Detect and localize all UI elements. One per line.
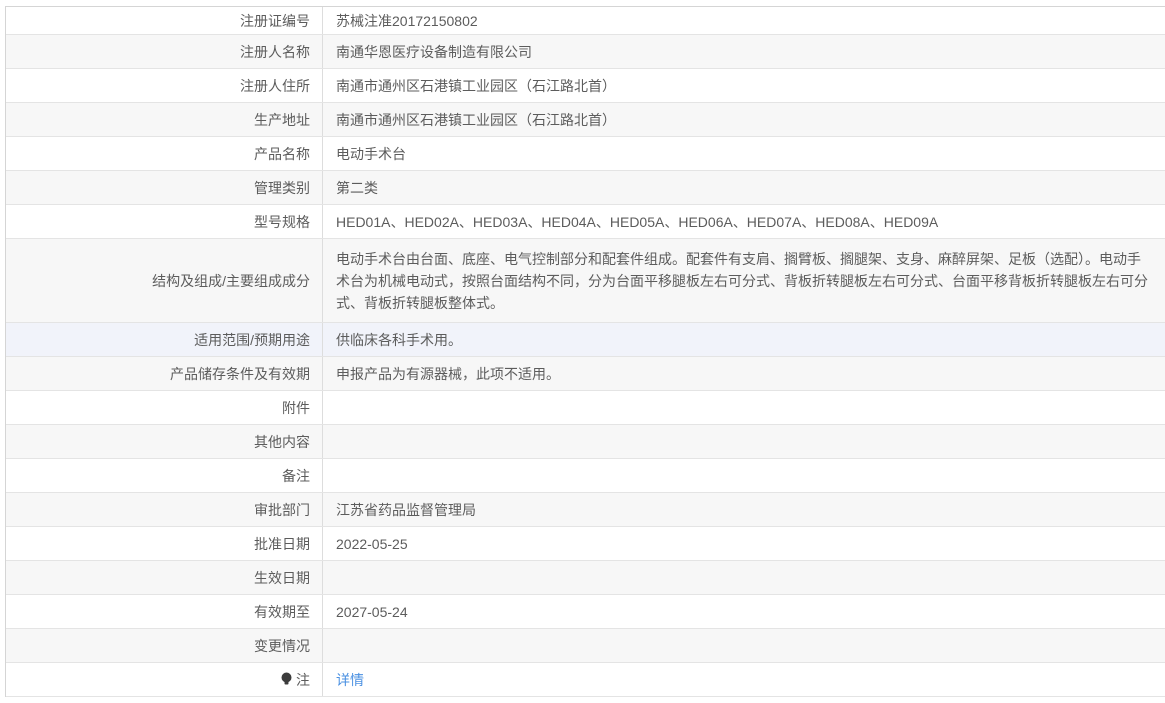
- row-label: 注册人名称: [6, 35, 323, 68]
- row-value: 供临床各科手术用。: [336, 331, 462, 348]
- row-value: 电动手术台: [336, 145, 406, 162]
- row-value: 电动手术台由台面、底座、电气控制部分和配套件组成。配套件有支肩、搁臂板、搁腿架、…: [336, 250, 1148, 311]
- table-row: 其他内容: [6, 425, 1165, 459]
- row-label: 批准日期: [6, 527, 323, 560]
- table-row-note: 注 详情: [6, 663, 1165, 697]
- table-row: 有效期至 2027-05-24: [6, 595, 1165, 629]
- row-label: 注: [6, 663, 323, 696]
- table-row: 审批部门 江苏省药品监督管理局: [6, 493, 1165, 527]
- table-row: 产品名称 电动手术台: [6, 137, 1165, 171]
- table-row: 生效日期: [6, 561, 1165, 595]
- row-value: [323, 629, 1165, 662]
- table-row: 管理类别 第二类: [6, 171, 1165, 205]
- row-label: 附件: [6, 391, 323, 424]
- row-label: 备注: [6, 459, 323, 492]
- row-value: [323, 459, 1165, 492]
- note-label-text: 注: [296, 671, 310, 688]
- table-row: 注册证编号 苏械注准20172150802: [6, 7, 1165, 35]
- row-label: 审批部门: [6, 493, 323, 526]
- row-label: 结构及组成/主要组成成分: [6, 239, 323, 322]
- row-value: 苏械注准20172150802: [336, 12, 478, 29]
- table-row: 生产地址 南通市通州区石港镇工业园区（石江路北首）: [6, 103, 1165, 137]
- table-row: 型号规格 HED01A、HED02A、HED03A、HED04A、HED05A、…: [6, 205, 1165, 239]
- table-row: 备注: [6, 459, 1165, 493]
- row-value: HED01A、HED02A、HED03A、HED04A、HED05A、HED06…: [336, 213, 939, 230]
- row-value: 2027-05-24: [336, 603, 408, 620]
- row-value: 南通市通州区石港镇工业园区（石江路北首）: [336, 111, 616, 128]
- row-label: 注册人住所: [6, 69, 323, 102]
- row-value: 南通市通州区石港镇工业园区（石江路北首）: [336, 77, 616, 94]
- row-label: 变更情况: [6, 629, 323, 662]
- row-label: 注册证编号: [6, 7, 323, 34]
- row-label: 适用范围/预期用途: [6, 323, 323, 356]
- row-label: 有效期至: [6, 595, 323, 628]
- table-row: 结构及组成/主要组成成分 电动手术台由台面、底座、电气控制部分和配套件组成。配套…: [6, 239, 1165, 323]
- table-row: 注册人住所 南通市通州区石港镇工业园区（石江路北首）: [6, 69, 1165, 103]
- table-row: 变更情况: [6, 629, 1165, 663]
- lightbulb-icon: [281, 672, 292, 685]
- row-value: 第二类: [336, 179, 378, 196]
- registration-detail-table: 注册证编号 苏械注准20172150802 注册人名称 南通华恩医疗设备制造有限…: [5, 6, 1165, 697]
- table-row: 附件: [6, 391, 1165, 425]
- table-row: 产品储存条件及有效期 申报产品为有源器械，此项不适用。: [6, 357, 1165, 391]
- row-value: [323, 561, 1165, 594]
- table-row-hovered: 适用范围/预期用途 供临床各科手术用。: [6, 323, 1165, 357]
- table-row: 批准日期 2022-05-25: [6, 527, 1165, 561]
- row-value: 2022-05-25: [336, 535, 408, 552]
- row-value: 南通华恩医疗设备制造有限公司: [336, 43, 532, 60]
- row-label: 其他内容: [6, 425, 323, 458]
- row-value: 江苏省药品监督管理局: [336, 501, 476, 518]
- row-label: 产品储存条件及有效期: [6, 357, 323, 390]
- row-label: 产品名称: [6, 137, 323, 170]
- row-value: [323, 425, 1165, 458]
- row-value: 申报产品为有源器械，此项不适用。: [336, 365, 560, 382]
- row-label: 生产地址: [6, 103, 323, 136]
- row-value: [323, 391, 1165, 424]
- row-label: 管理类别: [6, 171, 323, 204]
- details-link[interactable]: 详情: [336, 669, 364, 691]
- row-label: 生效日期: [6, 561, 323, 594]
- row-label: 型号规格: [6, 205, 323, 238]
- table-row: 注册人名称 南通华恩医疗设备制造有限公司: [6, 35, 1165, 69]
- row-value: 详情: [323, 663, 1165, 696]
